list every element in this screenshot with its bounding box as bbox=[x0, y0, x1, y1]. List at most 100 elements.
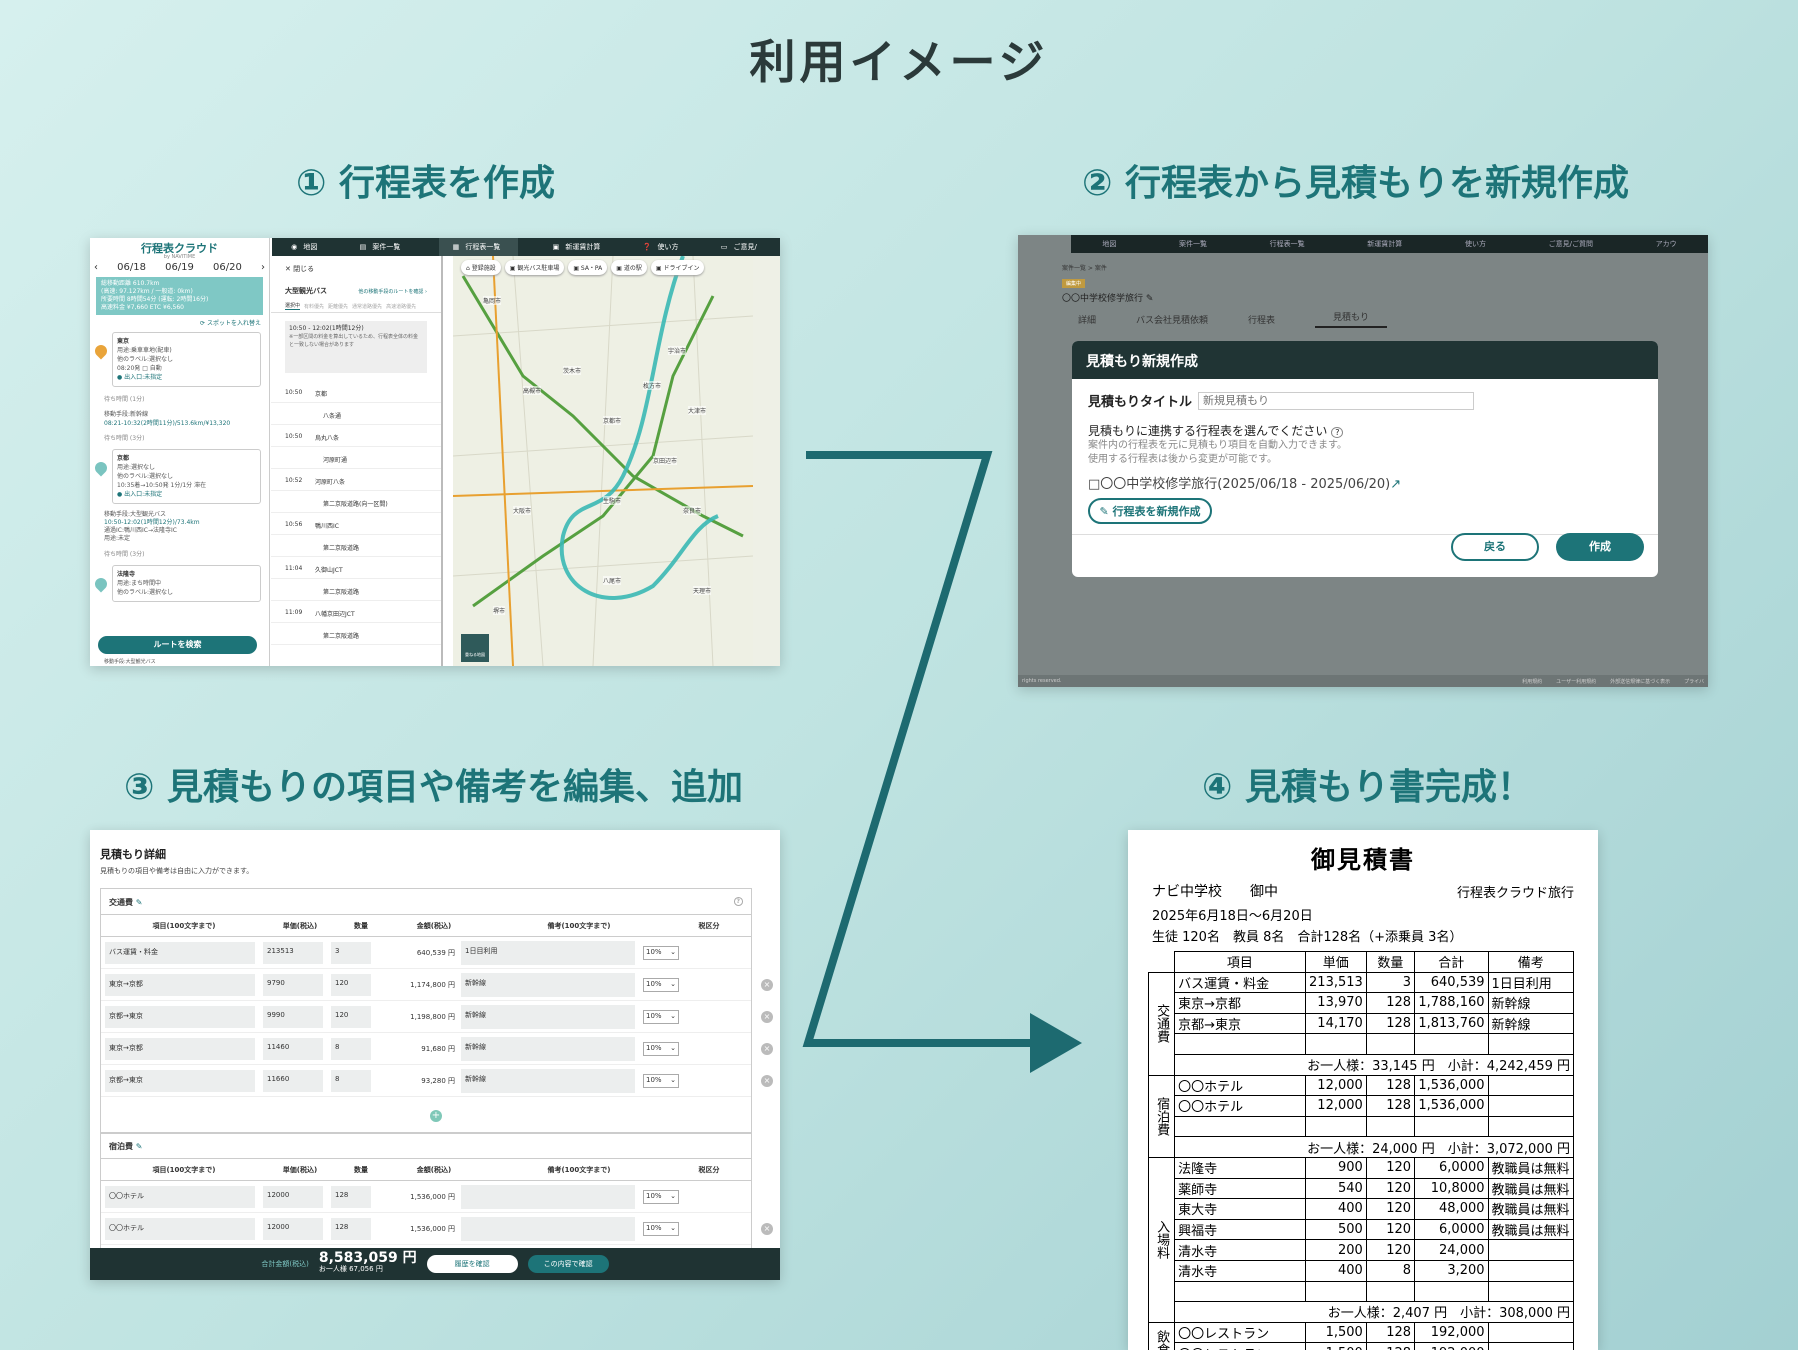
route-tab[interactable]: 有料優先 bbox=[304, 303, 324, 310]
timeline-row[interactable]: 10:50 京都 bbox=[271, 381, 441, 403]
remove-row-icon[interactable]: × bbox=[761, 1074, 773, 1087]
timeline-row[interactable]: 第二京阪道路 bbox=[271, 535, 441, 557]
tax-select[interactable]: 10% ⌄ bbox=[643, 945, 679, 960]
nav-fare[interactable]: ▣ 新運賃計算 bbox=[549, 242, 609, 252]
timeline-row[interactable]: 10:56 鴨川西IC bbox=[271, 513, 441, 535]
note-input[interactable] bbox=[461, 1184, 635, 1209]
timeline-row[interactable]: 八条通 bbox=[271, 403, 441, 425]
map-chip[interactable]: ▣ SA・PA bbox=[568, 260, 608, 275]
other-route-link[interactable]: 他の移動手段のルートを確認 › bbox=[358, 288, 427, 295]
nav-item[interactable]: ご意見/ご質問 bbox=[1549, 239, 1593, 249]
remove-row-icon[interactable]: × bbox=[761, 978, 773, 991]
itinerary-option[interactable]: □〇〇中学校修学旅行(2025/06/18 - 2025/06/20)↗ bbox=[1072, 467, 1658, 492]
nav-item[interactable]: 新運賃計算 bbox=[1367, 239, 1402, 249]
timeline-row[interactable]: 第二京阪道路(向一区間) bbox=[271, 491, 441, 513]
nav-feedback[interactable]: ▭ ご意見/ bbox=[717, 242, 765, 252]
breadcrumb[interactable]: 案件一覧 > 案件 bbox=[1062, 263, 1107, 272]
nav-cases[interactable]: ▤ 案件一覧 bbox=[356, 242, 409, 252]
price-input[interactable]: 9790 bbox=[263, 973, 323, 996]
external-link-icon[interactable]: ↗ bbox=[1390, 477, 1401, 492]
map-chip[interactable]: ▣ 観光バス駐車場 bbox=[504, 260, 565, 275]
timeline-row[interactable]: 10:50 烏丸八条 bbox=[271, 425, 441, 447]
map-view[interactable]: ⌂ 登録施設 ▣ 観光バス駐車場 ▣ SA・PA ▣ 道の駅 ▣ ドライブイン … bbox=[453, 256, 780, 666]
timeline-row[interactable]: 河原町通 bbox=[271, 447, 441, 469]
swap-spots-link[interactable]: ⟳ スポットを入れ替え bbox=[90, 317, 269, 328]
create-itinerary-button[interactable]: ✎ 行程表を新規作成 bbox=[1088, 498, 1212, 524]
item-input[interactable]: 東京→京都 bbox=[105, 1037, 255, 1060]
qty-input[interactable]: 120 bbox=[331, 1005, 371, 1028]
price-input[interactable]: 9990 bbox=[263, 1005, 323, 1028]
footer-link[interactable]: 利用規約 bbox=[1522, 678, 1542, 685]
item-input[interactable]: 〇〇ホテル bbox=[105, 1185, 255, 1208]
route-tab[interactable]: 高速道路優先 bbox=[386, 303, 416, 310]
tab-itinerary[interactable]: 行程表 bbox=[1248, 313, 1275, 326]
qty-input[interactable]: 8 bbox=[331, 1069, 371, 1092]
remove-row-icon[interactable]: × bbox=[761, 1222, 773, 1235]
item-input[interactable]: 京都→東京 bbox=[105, 1069, 255, 1092]
tax-select[interactable]: 10% ⌄ bbox=[643, 1041, 679, 1056]
date-tab[interactable]: 06/18 bbox=[117, 262, 146, 273]
qty-input[interactable]: 8 bbox=[331, 1037, 371, 1060]
route-tab[interactable]: 選択中 bbox=[285, 302, 301, 310]
back-button[interactable]: 戻る bbox=[1451, 533, 1539, 561]
nav-help[interactable]: ❓ 使い方 bbox=[639, 242, 687, 252]
history-button[interactable]: 履歴を確認 bbox=[426, 1255, 518, 1273]
item-input[interactable]: 京都→東京 bbox=[105, 1005, 255, 1028]
nav-map[interactable]: ◉ 地図 bbox=[287, 242, 325, 252]
timeline-row[interactable]: 第二京阪道路 bbox=[271, 623, 441, 645]
date-tab[interactable]: 06/19 bbox=[165, 262, 194, 273]
pencil-icon[interactable]: ✎ bbox=[136, 898, 143, 907]
note-input[interactable]: 1日目利用 bbox=[461, 940, 635, 965]
tax-select[interactable]: 10% ⌄ bbox=[643, 1073, 679, 1088]
remove-row-icon[interactable]: × bbox=[761, 1010, 773, 1023]
nav-itineraries[interactable]: ▦ 行程表一覧 bbox=[438, 238, 519, 256]
chevron-right-icon[interactable]: › bbox=[261, 262, 265, 273]
route-tab[interactable]: 距離優先 bbox=[328, 303, 348, 310]
price-input[interactable]: 213513 bbox=[263, 941, 323, 964]
tax-select[interactable]: 10% ⌄ bbox=[643, 1009, 679, 1024]
nav-item[interactable]: 案件一覧 bbox=[1179, 239, 1207, 249]
remove-row-icon[interactable]: × bbox=[761, 1042, 773, 1055]
nav-item[interactable]: 行程表一覧 bbox=[1270, 239, 1305, 249]
confirm-button[interactable]: この内容で確認 bbox=[527, 1255, 609, 1273]
price-input[interactable]: 12000 bbox=[263, 1217, 323, 1240]
map-chip[interactable]: ▣ ドライブイン bbox=[650, 260, 705, 275]
map-chip[interactable]: ⌂ 登録施設 bbox=[461, 260, 501, 275]
pencil-icon[interactable]: ✎ bbox=[136, 1142, 143, 1151]
note-input[interactable]: 新幹線 bbox=[461, 1068, 635, 1093]
item-input[interactable]: 〇〇ホテル bbox=[105, 1217, 255, 1240]
route-search-button[interactable]: ルートを検索 bbox=[98, 636, 257, 654]
footer-link[interactable]: プライバ bbox=[1684, 678, 1704, 685]
price-input[interactable]: 12000 bbox=[263, 1185, 323, 1208]
tab-estimate[interactable]: 見積もり bbox=[1315, 310, 1388, 328]
create-button[interactable]: 作成 bbox=[1556, 533, 1644, 561]
qty-input[interactable]: 128 bbox=[331, 1185, 371, 1208]
timeline-row[interactable]: 第二京阪道路 bbox=[271, 579, 441, 601]
qty-input[interactable]: 128 bbox=[331, 1217, 371, 1240]
price-input[interactable]: 11460 bbox=[263, 1037, 323, 1060]
tax-select[interactable]: 10% ⌄ bbox=[643, 1221, 679, 1236]
tab-detail[interactable]: 詳細 bbox=[1078, 313, 1096, 326]
estimate-title-input[interactable] bbox=[1198, 391, 1475, 410]
tax-select[interactable]: 10% ⌄ bbox=[643, 1189, 679, 1204]
spot-card[interactable]: 法隆寺 用途:まち時間中 他のラベル:選択なし bbox=[92, 565, 261, 602]
note-input[interactable]: 新幹線 bbox=[461, 1004, 635, 1029]
footer-link[interactable]: ユーザー利用規約 bbox=[1556, 678, 1596, 685]
spot-card[interactable]: 東京 用途:乗車車地(配車) 他のラベル:選択なし 08:20発 □ 自動 ● … bbox=[92, 332, 261, 387]
tax-select[interactable]: 10% ⌄ bbox=[643, 977, 679, 992]
map-chip[interactable]: ▣ 道の駅 bbox=[611, 260, 647, 275]
item-input[interactable]: 東京→京都 bbox=[105, 973, 255, 996]
nav-item[interactable]: アカウ bbox=[1656, 239, 1677, 249]
date-tab[interactable]: 06/20 bbox=[213, 262, 242, 273]
note-input[interactable] bbox=[461, 1216, 635, 1241]
spot-card[interactable]: 京都 用途:選択なし 他のラベル:選択なし 10:35着→10:50発 1分/1… bbox=[92, 449, 261, 504]
note-input[interactable]: 新幹線 bbox=[461, 1036, 635, 1061]
item-input[interactable]: バス運賃・料金 bbox=[105, 941, 255, 964]
note-input[interactable]: 新幹線 bbox=[461, 972, 635, 997]
tab-bus-request[interactable]: バス会社見積依頼 bbox=[1136, 313, 1208, 326]
help-icon[interactable]: ? bbox=[1331, 427, 1344, 438]
nav-item[interactable]: 使い方 bbox=[1465, 239, 1486, 249]
price-input[interactable]: 11660 bbox=[263, 1069, 323, 1092]
qty-input[interactable]: 120 bbox=[331, 973, 371, 996]
nav-item[interactable]: 地図 bbox=[1102, 239, 1116, 249]
